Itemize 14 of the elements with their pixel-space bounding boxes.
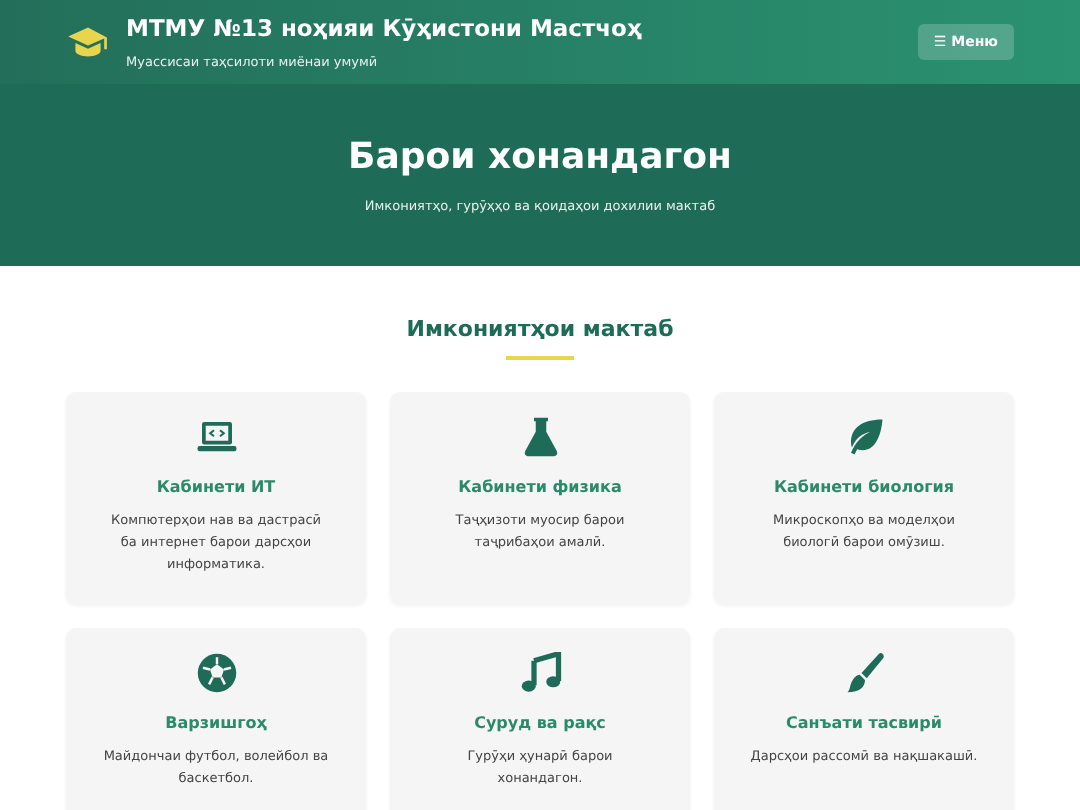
card-title: Кабинети ИТ (156, 478, 276, 496)
card-title: Суруд ва рақс (474, 714, 606, 732)
soccer-ball-icon (195, 652, 237, 694)
hero-title: Барои хонандагон (346, 136, 734, 178)
card-title: Санъати тасвирӣ (785, 714, 942, 732)
card-title: Варзишгоҳ (165, 714, 267, 732)
section-title: Имкониятҳои мактаб (404, 316, 676, 342)
graduation-cap-icon (66, 24, 110, 60)
card-title: Кабинети физика (458, 478, 622, 496)
flask-icon (519, 416, 561, 458)
card-title: Кабинети биология (773, 478, 955, 496)
paintbrush-icon (843, 652, 885, 694)
music-note-icon (519, 652, 561, 694)
site-title: МТМУ №13 ноҳияи Кӯҳистони Мастчоҳ (126, 14, 644, 42)
